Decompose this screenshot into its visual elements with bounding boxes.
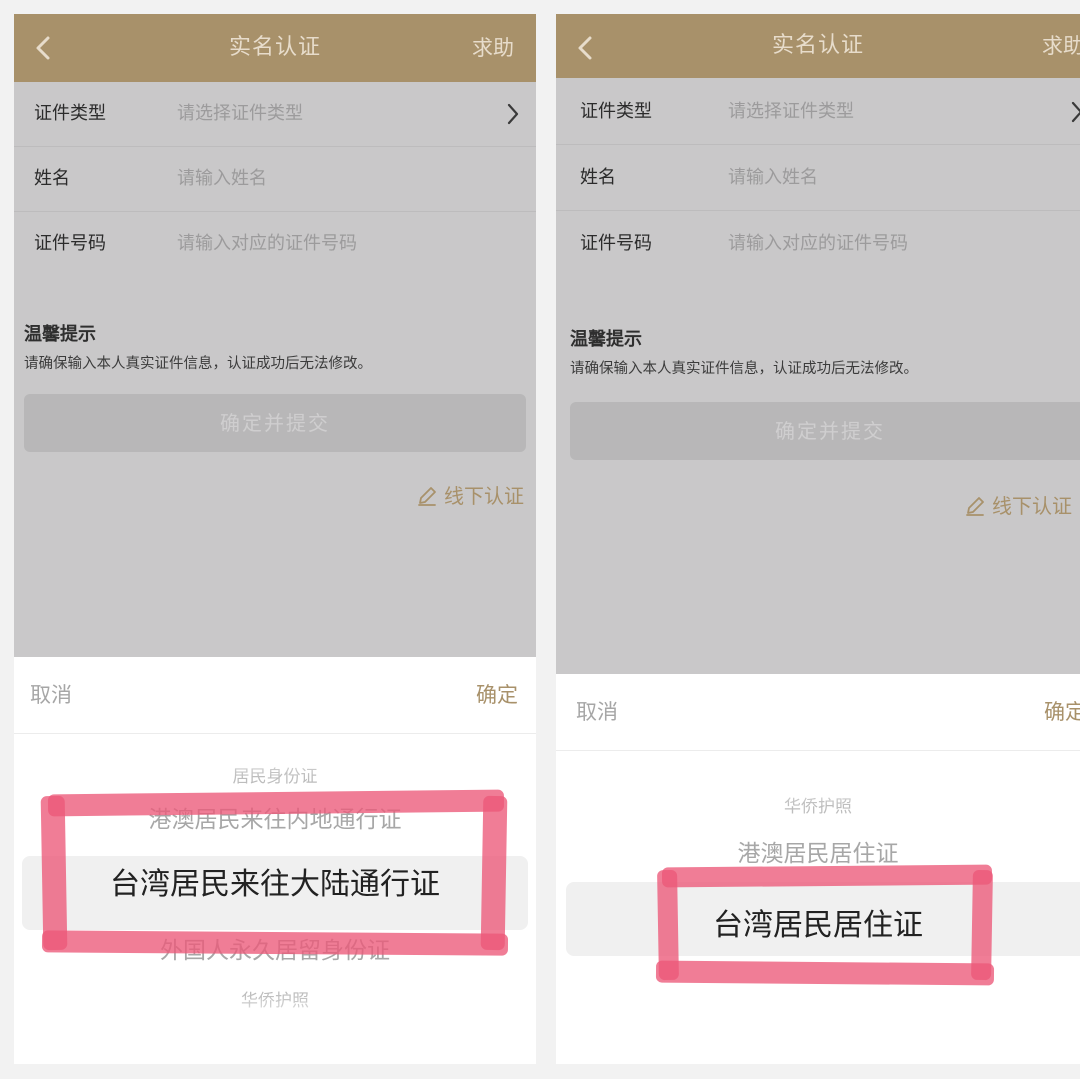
id-number-input[interactable]: 请输入对应的证件号码 xyxy=(177,212,357,276)
id-number-row[interactable]: 证件号码 请输入对应的证件号码 xyxy=(556,212,1080,276)
id-number-label: 证件号码 xyxy=(580,233,652,254)
picker-cancel-button[interactable]: 取消 xyxy=(576,674,618,750)
picker-toolbar: 取消 确定 xyxy=(556,674,1080,751)
name-label: 姓名 xyxy=(34,168,70,189)
submit-button[interactable]: 确定并提交 xyxy=(570,402,1080,460)
picker-confirm-button[interactable]: 确定 xyxy=(476,657,518,733)
name-input[interactable]: 请输入姓名 xyxy=(177,147,267,211)
help-button[interactable]: 求助 xyxy=(1042,14,1080,78)
nav-bar: 实名认证 求助 xyxy=(14,14,536,82)
picker-option-selected[interactable]: 台湾居民居住证 xyxy=(556,900,1080,944)
id-type-label: 证件类型 xyxy=(34,103,106,124)
offline-verify-label: 线下认证 xyxy=(992,494,1072,518)
picker-option[interactable]: 华侨护照 xyxy=(14,986,536,1011)
picker-option[interactable]: 外国人永久居留身份证 xyxy=(14,931,536,965)
offline-verify-link[interactable]: 线下认证 xyxy=(964,490,1072,519)
offline-verify-link[interactable]: 线下认证 xyxy=(416,480,524,509)
submit-button[interactable]: 确定并提交 xyxy=(24,394,526,452)
edit-pen-icon xyxy=(966,497,984,516)
id-number-input[interactable]: 请输入对应的证件号码 xyxy=(728,212,908,276)
picker-option[interactable]: 港澳居民来往内地通行证 xyxy=(14,800,536,834)
name-row[interactable]: 姓名 请输入姓名 xyxy=(556,146,1080,211)
id-type-label: 证件类型 xyxy=(580,101,652,122)
tips-body: 请确保输入本人真实证件信息，认证成功后无法修改。 xyxy=(24,356,372,372)
picker-option[interactable]: 港澳居民居住证 xyxy=(556,834,1080,868)
picker-confirm-button[interactable]: 确定 xyxy=(1044,674,1080,750)
picker-option[interactable]: 居民身份证 xyxy=(14,762,536,787)
id-type-row[interactable]: 证件类型 请选择证件类型 xyxy=(14,82,536,147)
dimmed-page: 实名认证 求助 证件类型 请选择证件类型 姓名 请输入姓名 证件号码 请输入对应… xyxy=(556,14,1080,674)
page-title: 实名认证 xyxy=(228,35,321,60)
nav-bar: 实名认证 求助 xyxy=(556,14,1080,78)
edit-pen-icon xyxy=(418,487,436,506)
id-type-row[interactable]: 证件类型 请选择证件类型 xyxy=(556,80,1080,145)
chevron-right-icon xyxy=(1071,101,1080,123)
tips-title: 温馨提示 xyxy=(570,329,642,350)
tips-body: 请确保输入本人真实证件信息，认证成功后无法修改。 xyxy=(570,361,918,377)
page-title: 实名认证 xyxy=(771,33,864,58)
name-label: 姓名 xyxy=(580,167,616,188)
name-input[interactable]: 请输入姓名 xyxy=(728,146,818,210)
picker-option-selected[interactable]: 台湾居民来往大陆通行证 xyxy=(14,859,536,903)
id-type-placeholder: 请选择证件类型 xyxy=(177,103,303,124)
id-number-row[interactable]: 证件号码 请输入对应的证件号码 xyxy=(14,212,536,276)
screenshot-left: 实名认证 求助 证件类型 请选择证件类型 姓名 请输入姓名 证件号码 请输入对应… xyxy=(14,14,536,1064)
id-type-placeholder: 请选择证件类型 xyxy=(728,101,854,122)
dimmed-page: 实名认证 求助 证件类型 请选择证件类型 姓名 请输入姓名 证件号码 请输入对应… xyxy=(14,14,536,657)
screenshot-right: 实名认证 求助 证件类型 请选择证件类型 姓名 请输入姓名 证件号码 请输入对应… xyxy=(556,14,1080,1064)
offline-verify-label: 线下认证 xyxy=(444,484,524,508)
picker-option[interactable]: 华侨护照 xyxy=(556,792,1080,817)
name-row[interactable]: 姓名 请输入姓名 xyxy=(14,147,536,212)
help-button[interactable]: 求助 xyxy=(472,14,514,82)
tips-title: 温馨提示 xyxy=(24,324,96,345)
chevron-right-icon xyxy=(507,103,519,125)
id-number-label: 证件号码 xyxy=(34,233,106,254)
picker-cancel-button[interactable]: 取消 xyxy=(30,657,72,733)
picker-toolbar: 取消 确定 xyxy=(14,657,536,734)
